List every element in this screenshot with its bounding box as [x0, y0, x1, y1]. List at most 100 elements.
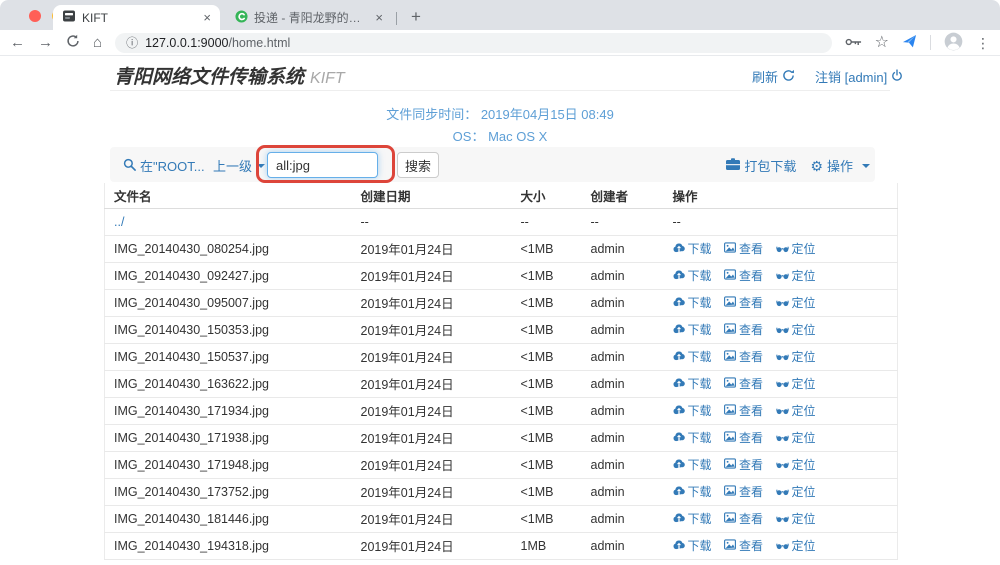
download-link[interactable]: 下载: [673, 456, 712, 473]
download-label: 下载: [687, 485, 712, 499]
picture-icon: [724, 430, 736, 445]
sync-time-value: 2019年04月15日 08:49: [480, 107, 614, 122]
file-table-body: ../ -- -- -- -- IMG_20140430_080254.jpg …: [104, 208, 898, 560]
tab-close-icon[interactable]: ×: [203, 11, 211, 24]
browser-window: KIFT × 投递 - 青阳龙野的个人空间 - 开 × + ← → ⌂ ⓘ 12…: [0, 0, 1000, 565]
view-link[interactable]: 查看: [724, 510, 763, 527]
picture-icon: [724, 295, 736, 310]
download-link[interactable]: 下载: [673, 402, 712, 419]
refresh-link[interactable]: 刷新: [752, 67, 795, 86]
page-info-icon[interactable]: ⓘ: [126, 37, 138, 49]
file-ops: 下载 查看 定位: [672, 397, 898, 425]
file-ops: 下载 查看 定位: [672, 262, 898, 290]
parent-dir-row: ../ -- -- -- --: [104, 208, 898, 236]
forward-icon[interactable]: →: [38, 35, 53, 50]
picture-icon: [724, 241, 736, 256]
tab-csdn[interactable]: 投递 - 青阳龙野的个人空间 - 开 ×: [226, 5, 392, 30]
extension-plane-icon[interactable]: [902, 34, 917, 52]
download-cloud-icon: [673, 539, 685, 553]
search-scope-link[interactable]: 在"ROOT...: [123, 156, 205, 175]
view-link[interactable]: 查看: [724, 537, 763, 554]
picture-icon: [724, 322, 736, 337]
download-link[interactable]: 下载: [673, 348, 712, 365]
download-link[interactable]: 下载: [673, 510, 712, 527]
package-download-button[interactable]: 打包下载: [726, 156, 796, 175]
download-link[interactable]: 下载: [673, 321, 712, 338]
view-label: 查看: [739, 377, 764, 391]
toolbar-right-group: 打包下载 ⚙ 操作: [726, 156, 870, 175]
logout-link[interactable]: 注销 [admin]: [815, 67, 903, 86]
back-icon[interactable]: ←: [10, 35, 25, 50]
view-link[interactable]: 查看: [724, 267, 763, 284]
window-close-button[interactable]: [29, 10, 41, 22]
bookmark-star-icon[interactable]: ☆: [875, 34, 889, 51]
locate-link[interactable]: 定位: [775, 429, 816, 446]
download-link[interactable]: 下载: [673, 294, 712, 311]
view-link[interactable]: 查看: [724, 429, 763, 446]
browser-menu-icon[interactable]: ⋮: [976, 36, 990, 50]
locate-link[interactable]: 定位: [775, 537, 816, 554]
search-button[interactable]: 搜索: [397, 152, 440, 178]
locate-link[interactable]: 定位: [775, 294, 816, 311]
tab-close-icon[interactable]: ×: [375, 11, 383, 24]
locate-link[interactable]: 定位: [775, 402, 816, 419]
locate-link[interactable]: 定位: [775, 510, 816, 527]
view-link[interactable]: 查看: [724, 240, 763, 257]
operations-button[interactable]: ⚙ 操作: [810, 156, 870, 175]
file-ops: 下载 查看 定位: [672, 235, 898, 263]
locate-link[interactable]: 定位: [775, 483, 816, 500]
download-label: 下载: [687, 323, 712, 337]
download-link[interactable]: 下载: [673, 240, 712, 257]
tab-kift[interactable]: KIFT ×: [53, 5, 220, 30]
view-link[interactable]: 查看: [724, 321, 763, 338]
download-link[interactable]: 下载: [673, 267, 712, 284]
parent-folder-button[interactable]: 上一级: [213, 156, 266, 175]
view-link[interactable]: 查看: [724, 348, 763, 365]
profile-avatar-icon[interactable]: [944, 32, 963, 54]
locate-link[interactable]: 定位: [775, 375, 816, 392]
view-link[interactable]: 查看: [724, 483, 763, 500]
locate-link[interactable]: 定位: [775, 348, 816, 365]
download-link[interactable]: 下载: [673, 429, 712, 446]
file-size: <1MB: [520, 451, 591, 479]
download-link[interactable]: 下载: [673, 375, 712, 392]
locate-link[interactable]: 定位: [775, 267, 816, 284]
page-title-cn: 青阳网络文件传输系统: [114, 67, 305, 88]
file-creator: admin: [590, 532, 673, 560]
reload-icon[interactable]: [66, 34, 80, 51]
view-link[interactable]: 查看: [724, 294, 763, 311]
os-status: OS： Mac OS X: [0, 126, 1000, 145]
view-link[interactable]: 查看: [724, 402, 763, 419]
key-icon[interactable]: [845, 35, 862, 50]
view-link[interactable]: 查看: [724, 456, 763, 473]
locate-label: 定位: [791, 458, 816, 472]
download-label: 下载: [687, 296, 712, 310]
file-name: IMG_20140430_171934.jpg: [104, 397, 361, 425]
view-link[interactable]: 查看: [724, 375, 763, 392]
kift-favicon-icon: [62, 9, 76, 26]
search-input[interactable]: [267, 152, 378, 178]
download-cloud-icon: [673, 296, 685, 310]
file-creator: admin: [590, 370, 673, 398]
view-label: 查看: [739, 296, 764, 310]
parent-dir-link[interactable]: ../: [114, 215, 124, 229]
download-label: 下载: [687, 242, 712, 256]
locate-link[interactable]: 定位: [775, 321, 816, 338]
file-size: <1MB: [520, 316, 591, 344]
view-label: 查看: [739, 485, 764, 499]
locate-link[interactable]: 定位: [775, 240, 816, 257]
address-bar[interactable]: ⓘ 127.0.0.1:9000 /home.html: [115, 32, 832, 53]
download-link[interactable]: 下载: [673, 483, 712, 500]
col-filename: 文件名: [104, 183, 361, 209]
locate-link[interactable]: 定位: [775, 456, 816, 473]
locate-label: 定位: [791, 539, 816, 553]
download-cloud-icon: [673, 485, 685, 499]
home-icon[interactable]: ⌂: [93, 35, 102, 50]
view-label: 查看: [739, 404, 764, 418]
parent-date: --: [360, 208, 521, 236]
file-name: IMG_20140430_173752.jpg: [104, 478, 361, 506]
new-tab-button[interactable]: +: [404, 5, 428, 29]
file-size: <1MB: [520, 505, 591, 533]
download-cloud-icon: [673, 350, 685, 364]
download-link[interactable]: 下载: [673, 537, 712, 554]
